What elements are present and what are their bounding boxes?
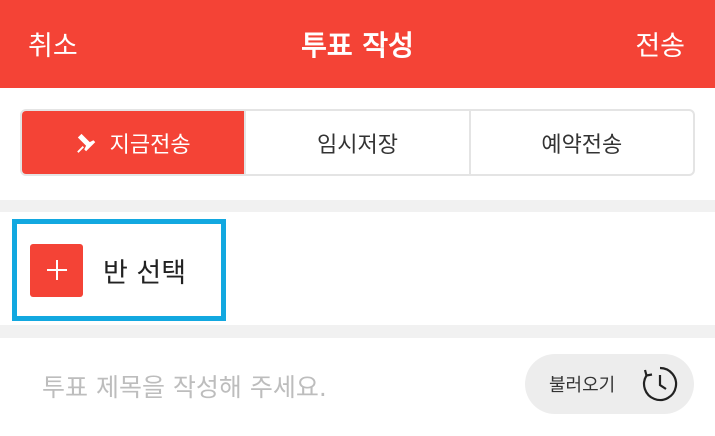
tab-label: 임시저장: [317, 132, 398, 158]
pin-icon: [76, 133, 95, 153]
vote-title-input[interactable]: 투표 제목을 작성해 주세요.: [42, 368, 327, 404]
plus-icon: [30, 243, 83, 297]
load-label: 불러오기: [549, 375, 616, 396]
page-title: 투표 작성: [301, 29, 414, 62]
vote-title-section: 투표 제목을 작성해 주세요. 불러오기: [0, 338, 715, 436]
tab-label: 예약전송: [541, 132, 623, 158]
tab-send-now[interactable]: 지금전송: [22, 111, 247, 174]
send-mode-section: 지금전송 임시저장 예약전송: [0, 88, 715, 200]
tab-scheduled-send[interactable]: 예약전송: [471, 111, 693, 174]
class-select-label: 반 선택: [103, 257, 187, 289]
send-mode-tabs: 지금전송 임시저장 예약전송: [20, 109, 695, 176]
class-select-button[interactable]: 반 선택: [12, 219, 226, 321]
load-button[interactable]: 불러오기: [525, 354, 694, 414]
tab-label: 지금전송: [109, 132, 191, 158]
send-button[interactable]: 전송: [635, 24, 685, 63]
tab-save-draft[interactable]: 임시저장: [246, 111, 471, 174]
top-bar: 취소 투표 작성 전송: [0, 0, 715, 88]
clock-history-icon: [642, 366, 678, 402]
class-select-section: 반 선택: [0, 212, 715, 325]
